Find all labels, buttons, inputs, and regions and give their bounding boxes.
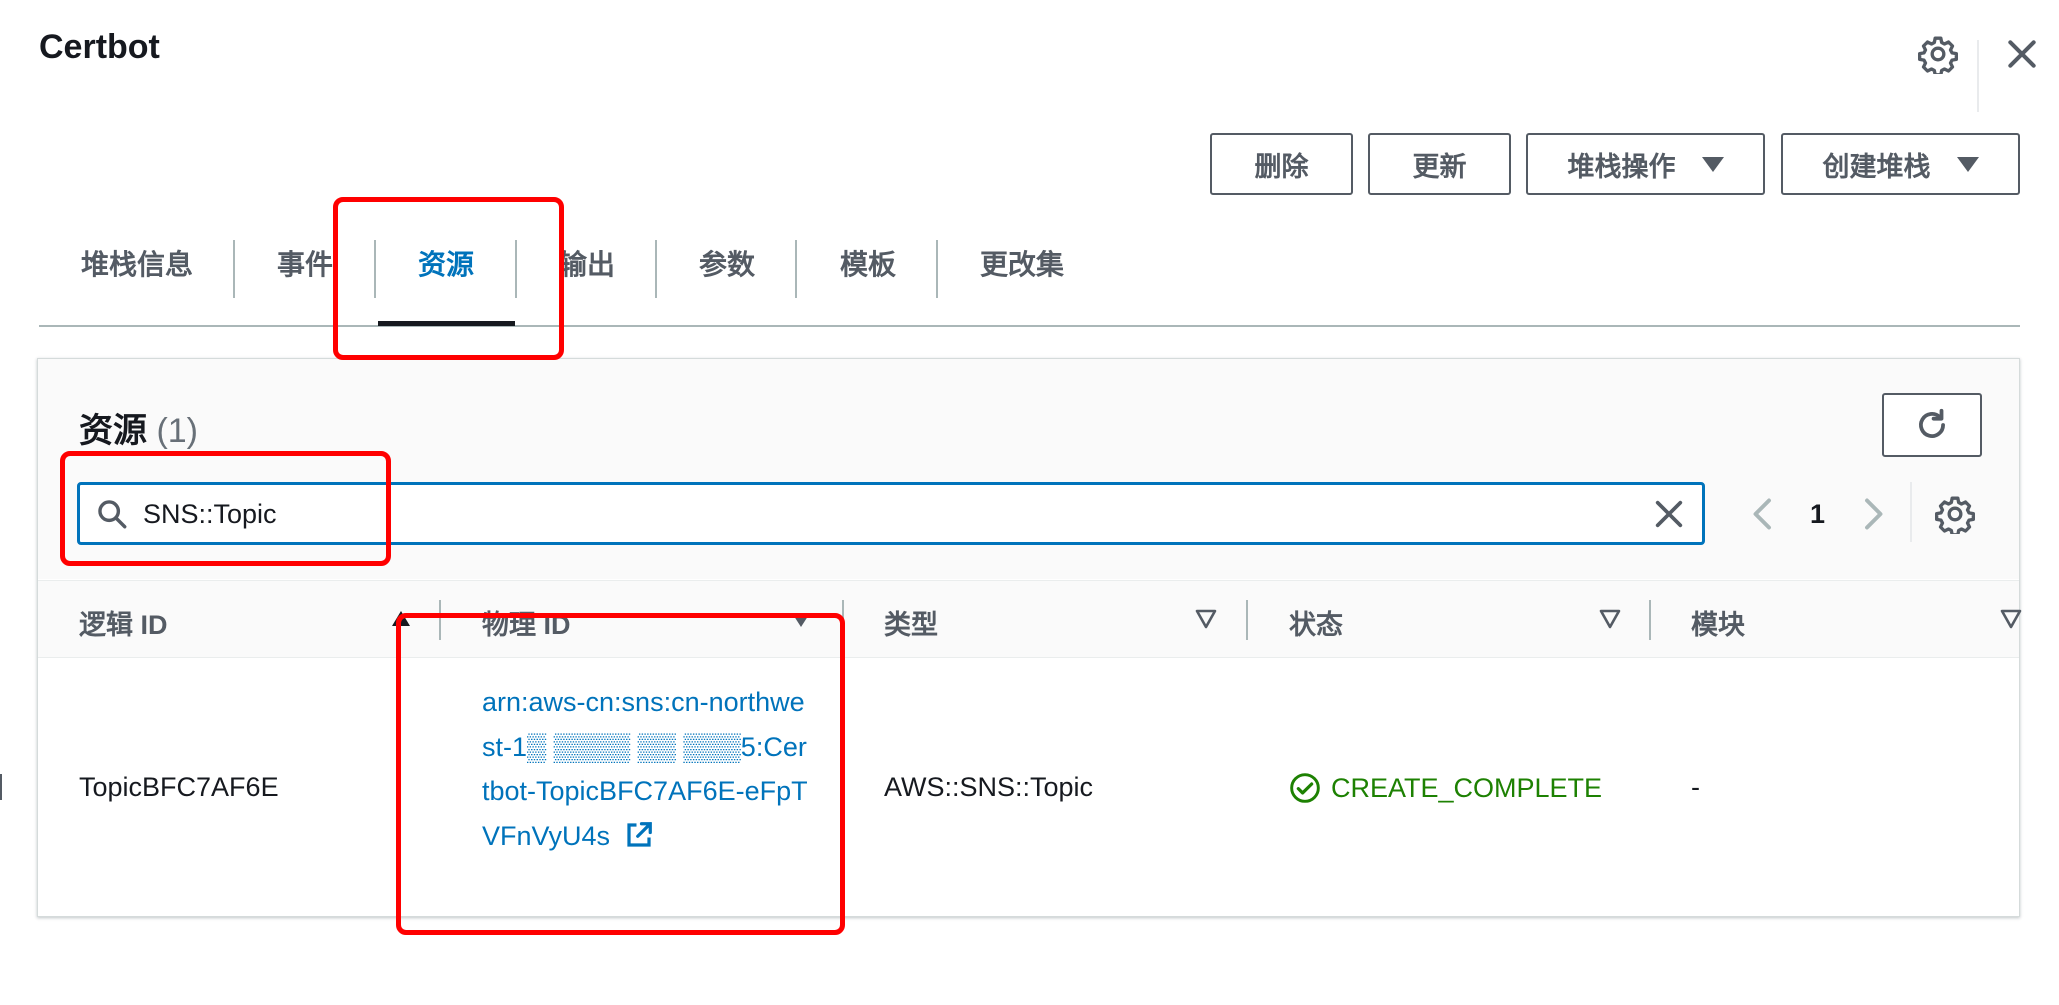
tab-divider (655, 240, 657, 298)
cell-logical-id: TopicBFC7AF6E (79, 772, 279, 802)
stack-actions-button[interactable]: 堆栈操作 (1526, 133, 1765, 195)
search-input[interactable] (143, 490, 1623, 538)
header-divider (1977, 40, 1979, 112)
chevron-right-icon[interactable] (1858, 496, 1888, 532)
resources-title: 资源 (79, 412, 147, 450)
sort-icon[interactable] (1599, 609, 1621, 629)
column-divider (1649, 600, 1651, 640)
create-stack-button[interactable]: 创建堆栈 (1781, 133, 2020, 195)
column-divider (1246, 600, 1248, 640)
sort-ascending-icon[interactable] (392, 611, 410, 626)
resources-panel-header (38, 359, 2019, 579)
chevron-left-icon[interactable] (1748, 496, 1778, 532)
cell-type: AWS::SNS::Topic (884, 772, 1094, 802)
delete-button-label: 删除 (1254, 151, 1309, 182)
caret-down-icon (1956, 156, 1979, 172)
delete-button[interactable]: 删除 (1210, 133, 1353, 195)
tab-divider (233, 240, 235, 298)
column-divider (842, 600, 844, 640)
column-divider (439, 600, 441, 640)
column-header-logical-id[interactable]: 逻辑 ID (79, 603, 168, 642)
tab-template[interactable]: 模板 (840, 243, 896, 283)
status-text: CREATE_COMPLETE (1331, 772, 1603, 803)
sort-icon[interactable] (2000, 609, 2022, 629)
row-marker (0, 774, 2, 800)
external-link-icon (626, 821, 652, 847)
refresh-icon (1919, 408, 1945, 438)
column-header-module[interactable]: 模块 (1691, 603, 1745, 642)
active-tab-indicator (378, 321, 515, 326)
stack-actions-label: 堆栈操作 (1567, 151, 1676, 182)
tabs-baseline (39, 325, 2020, 327)
refresh-button[interactable] (1882, 393, 1982, 457)
tab-divider (515, 240, 517, 298)
close-icon[interactable] (2002, 34, 2042, 74)
column-header-status[interactable]: 状态 (1289, 603, 1343, 642)
resources-count: (1) (156, 412, 199, 450)
pagination-divider (1910, 482, 1912, 542)
sort-icon[interactable] (792, 613, 810, 627)
physical-id-link[interactable]: arn:aws-cn:sns:cn-northwest-1▒ ▒▒▒▒ ▒▒ ▒… (482, 680, 812, 858)
search-icon (98, 500, 127, 529)
column-header-type[interactable]: 类型 (884, 603, 938, 642)
sort-icon[interactable] (1195, 609, 1217, 629)
caret-down-icon (1701, 156, 1724, 172)
resources-heading: 资源 (1) (79, 403, 198, 452)
tab-resources[interactable]: 资源 (418, 243, 474, 283)
tab-parameters[interactable]: 参数 (699, 243, 755, 283)
page-title: Certbot (39, 28, 160, 66)
page-number[interactable]: 1 (1810, 499, 1825, 530)
create-stack-label: 创建堆栈 (1822, 151, 1931, 182)
tab-divider (936, 240, 938, 298)
cell-module: - (1691, 772, 1700, 802)
clear-icon[interactable] (1652, 497, 1686, 531)
tab-change-sets[interactable]: 更改集 (980, 243, 1064, 283)
gear-icon[interactable] (1935, 494, 1975, 534)
tab-events[interactable]: 事件 (277, 243, 333, 283)
tab-divider (795, 240, 797, 298)
update-button[interactable]: 更新 (1368, 133, 1511, 195)
tab-outputs[interactable]: 输出 (559, 243, 615, 283)
column-header-physical-id[interactable]: 物理 ID (482, 603, 571, 642)
tab-stack-info[interactable]: 堆栈信息 (81, 243, 193, 283)
check-circle-icon (1290, 773, 1320, 803)
update-button-label: 更新 (1412, 151, 1467, 182)
status-badge: CREATE_COMPLETE (1289, 772, 1602, 804)
gear-icon[interactable] (1918, 34, 1958, 74)
tab-divider (374, 240, 376, 298)
